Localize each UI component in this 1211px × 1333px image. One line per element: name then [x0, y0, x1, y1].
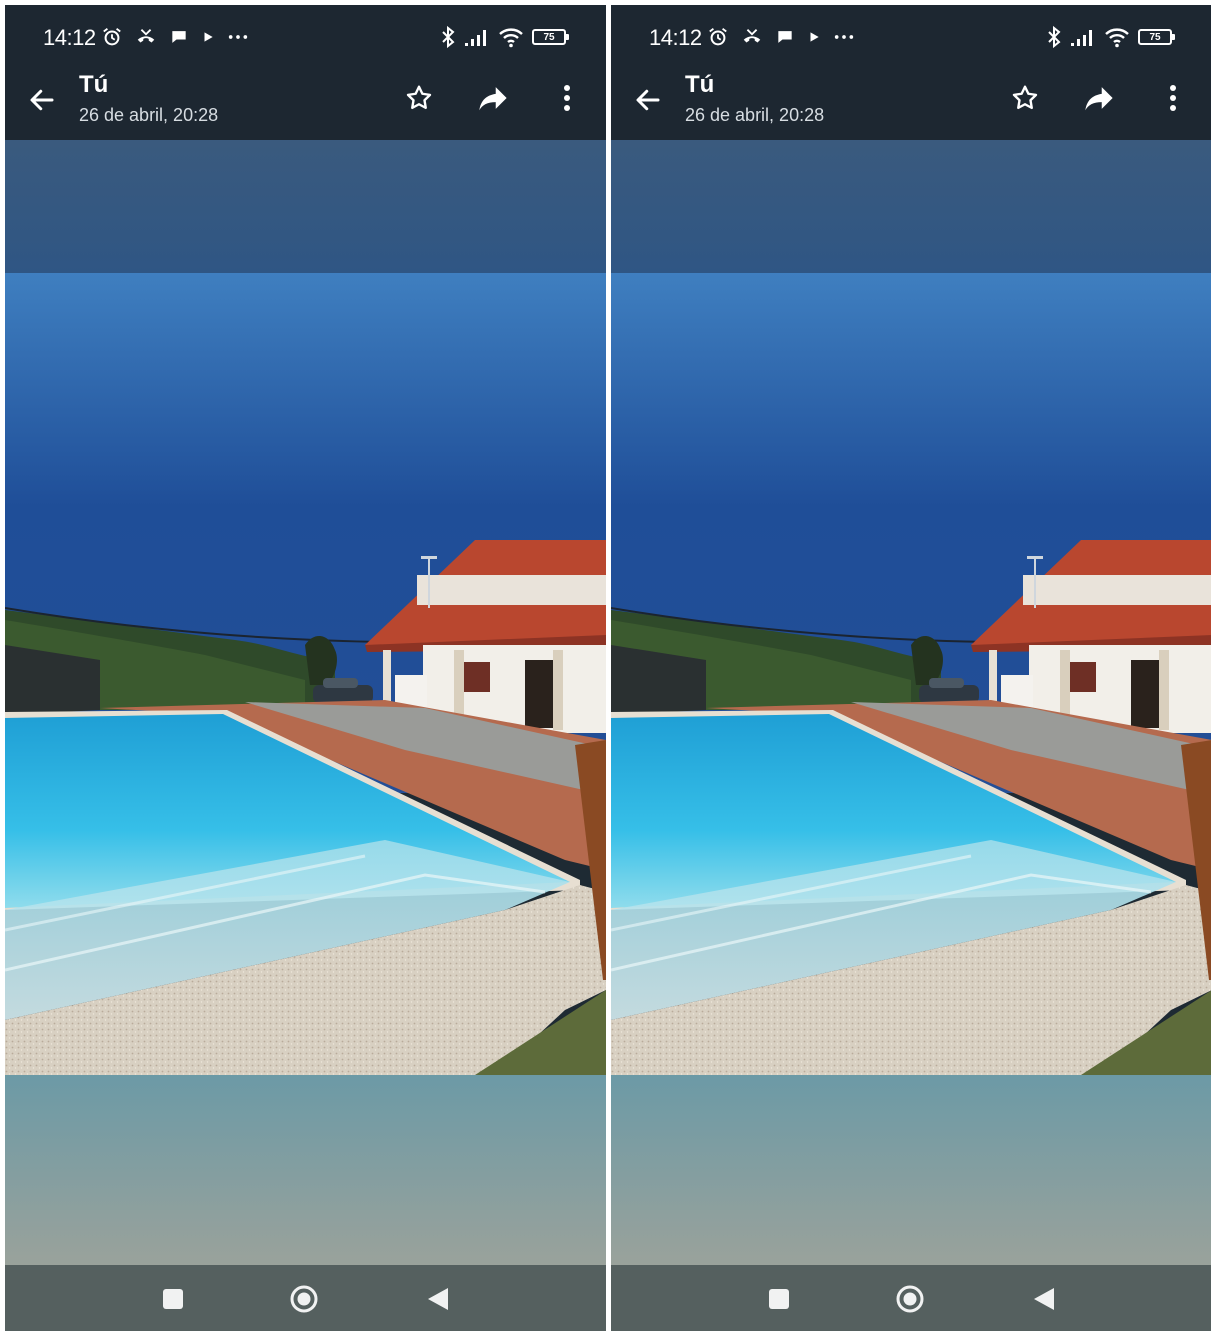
battery-icon: 75 [1138, 29, 1175, 45]
battery-icon: 75 [532, 29, 569, 45]
more-notifications-icon [228, 35, 248, 39]
appbar-actions [1008, 81, 1190, 115]
navigation-bar [5, 1265, 606, 1331]
wifi-icon [1105, 28, 1129, 48]
more-options-icon [564, 85, 570, 111]
recent-apps-icon [163, 1289, 183, 1309]
missed-call-icon [137, 29, 155, 43]
home-icon [290, 1285, 318, 1313]
status-time: 14:12 [649, 25, 702, 50]
home-button[interactable] [895, 1284, 925, 1314]
status-system-icons: 75 [440, 23, 569, 51]
top-app-bar: 14:12 75 Tú 26 de abril, 20:28 [5, 5, 606, 140]
share-button[interactable] [476, 81, 510, 115]
star-button[interactable] [1008, 81, 1042, 115]
signal-icon [465, 30, 486, 46]
share-button[interactable] [1082, 81, 1116, 115]
play-icon [204, 32, 213, 42]
share-icon [1085, 87, 1113, 111]
phone-screen-right: 14:12 75 Tú 26 de abril, 20:28 [611, 5, 1211, 1331]
photo-viewer[interactable] [5, 140, 606, 1266]
more-options-icon [1170, 85, 1176, 111]
pool-photo [5, 140, 606, 1266]
home-icon [896, 1285, 924, 1313]
missed-call-icon [743, 29, 761, 43]
chat-title: Tú [79, 71, 109, 98]
signal-icon [1071, 30, 1092, 46]
star-icon [1012, 85, 1038, 110]
battery-level: 75 [1149, 31, 1161, 43]
play-icon [810, 32, 819, 42]
more-options-button[interactable] [550, 81, 584, 115]
back-icon [428, 1288, 448, 1310]
message-timestamp: 26 de abril, 20:28 [685, 105, 825, 125]
chat-bubble-icon [778, 31, 792, 43]
bluetooth-icon [1048, 25, 1061, 49]
nav-back-button[interactable] [423, 1284, 453, 1314]
bluetooth-icon [442, 25, 455, 49]
recent-apps-button[interactable] [158, 1284, 188, 1314]
back-arrow-icon [636, 89, 660, 111]
more-notifications-icon [834, 35, 854, 39]
navigation-bar [611, 1265, 1211, 1331]
pool-photo [611, 140, 1211, 1266]
alarm-icon [709, 28, 727, 46]
star-button[interactable] [402, 81, 436, 115]
chat-bubble-icon [172, 31, 186, 43]
back-button[interactable] [25, 83, 59, 117]
phone-screen-left: 14:12 75 Tú 26 de abril, 20:28 [5, 5, 606, 1331]
status-time: 14:12 [43, 25, 96, 50]
star-icon [406, 85, 432, 110]
status-notification-icons [707, 24, 855, 50]
back-button[interactable] [631, 83, 665, 117]
alarm-icon [103, 28, 121, 46]
battery-level: 75 [543, 31, 555, 43]
recent-apps-button[interactable] [764, 1284, 794, 1314]
top-app-bar: 14:12 75 Tú 26 de abril, 20:28 [611, 5, 1211, 140]
message-timestamp: 26 de abril, 20:28 [79, 105, 219, 125]
share-icon [479, 87, 507, 111]
status-system-icons: 75 [1046, 23, 1175, 51]
nav-back-button[interactable] [1029, 1284, 1059, 1314]
status-notification-icons [101, 24, 249, 50]
more-options-button[interactable] [1156, 81, 1190, 115]
wifi-icon [499, 28, 523, 48]
recent-apps-icon [769, 1289, 789, 1309]
appbar-actions [402, 81, 584, 115]
chat-title: Tú [685, 71, 715, 98]
home-button[interactable] [289, 1284, 319, 1314]
back-icon [1034, 1288, 1054, 1310]
back-arrow-icon [30, 89, 54, 111]
photo-viewer[interactable] [611, 140, 1211, 1266]
